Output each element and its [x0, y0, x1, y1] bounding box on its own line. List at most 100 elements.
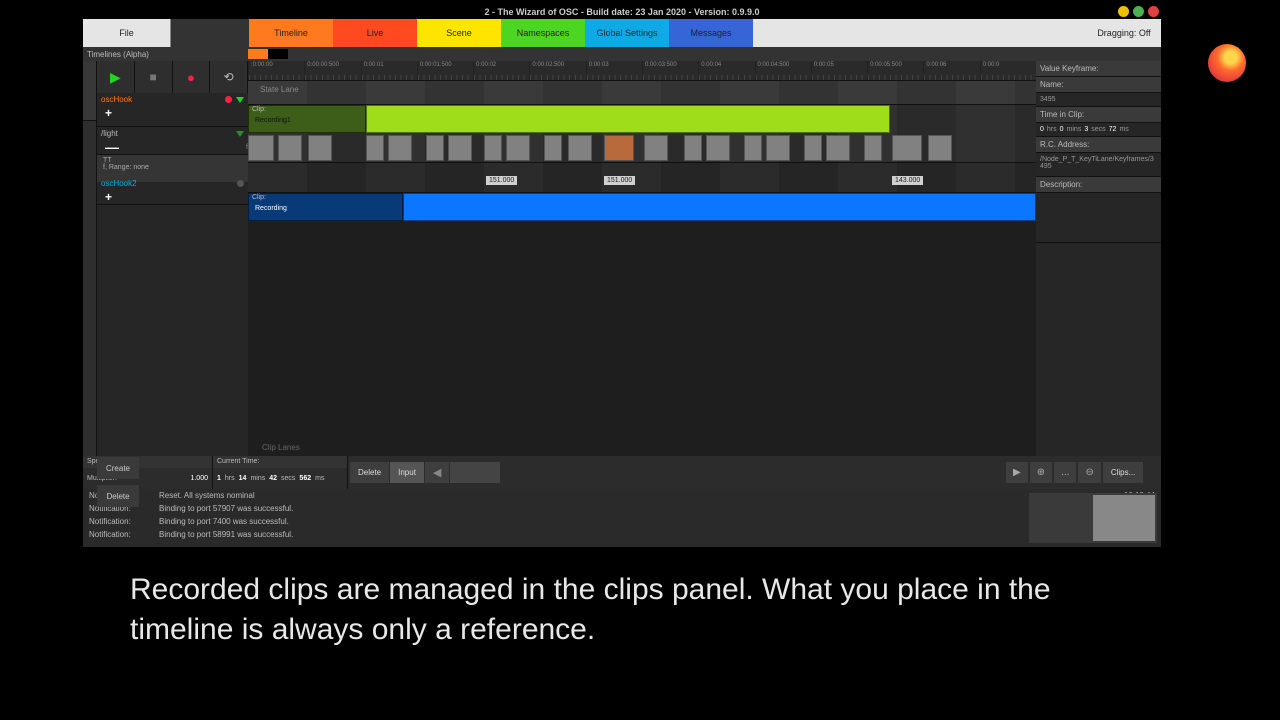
- clip-segment[interactable]: [403, 193, 1036, 221]
- state-lane[interactable]: State Lane: [248, 81, 1036, 105]
- zoom-out-button[interactable]: ⊖: [1078, 462, 1100, 483]
- clip-segment[interactable]: [366, 105, 890, 133]
- waveform-block[interactable]: [278, 135, 302, 161]
- step-back-button[interactable]: ◀: [425, 462, 449, 483]
- close-icon[interactable]: [1148, 6, 1159, 17]
- loop-button[interactable]: ⟲: [210, 61, 248, 93]
- current-time-value[interactable]: 1hrs 14mins 42secs 562ms: [213, 468, 347, 489]
- block-row[interactable]: [248, 133, 1036, 163]
- play-small-button[interactable]: ▶: [1006, 462, 1028, 483]
- input-button[interactable]: Input: [390, 462, 424, 483]
- ruler-tick[interactable]: 0:00:03: [586, 61, 642, 80]
- ruler-tick[interactable]: 0:00:04:500: [755, 61, 811, 80]
- waveform-block[interactable]: [448, 135, 472, 161]
- prop-name-value[interactable]: 3495: [1036, 93, 1161, 107]
- ruler-tick[interactable]: 0:00:02: [473, 61, 529, 80]
- waveform-block[interactable]: [928, 135, 952, 161]
- delete-button[interactable]: Delete: [97, 485, 139, 507]
- waveform-block[interactable]: [744, 135, 762, 161]
- grid-button[interactable]: [450, 462, 500, 483]
- collapse-track-icon[interactable]: —: [105, 143, 125, 151]
- tab-scene[interactable]: Scene: [417, 19, 501, 47]
- waveform-block[interactable]: [706, 135, 730, 161]
- waveform-block[interactable]: [892, 135, 922, 161]
- waveform-block[interactable]: [544, 135, 562, 161]
- stop-button[interactable]: ■: [135, 61, 173, 93]
- value-tag[interactable]: 151.000: [486, 176, 517, 185]
- ruler-tick[interactable]: 0:00:01:500: [417, 61, 473, 80]
- ruler-tick[interactable]: 0:00:04: [698, 61, 754, 80]
- track-light[interactable]: /light —f TT f, Range: none: [97, 127, 248, 177]
- track-title: oscHook2: [101, 179, 137, 188]
- prop-time-value[interactable]: 0hrs 0mins 3secs 72ms: [1036, 123, 1161, 137]
- record-button[interactable]: ●: [173, 61, 211, 93]
- waveform-block[interactable]: [864, 135, 882, 161]
- track-oschook2[interactable]: oscHook2 +: [97, 177, 248, 205]
- tab-namespaces[interactable]: Namespaces: [501, 19, 585, 47]
- ruler-tick[interactable]: 0:00:00:500: [304, 61, 360, 80]
- waveform-block[interactable]: [604, 135, 634, 161]
- tab-timeline[interactable]: Timeline: [249, 19, 333, 47]
- zoom-in-button[interactable]: ⊕: [1030, 462, 1052, 483]
- log-panel[interactable]: Notification:Reset. All systems nominal1…: [83, 489, 1161, 547]
- value-tag[interactable]: 143.000: [892, 176, 923, 185]
- delete-clip-button[interactable]: Delete: [350, 462, 389, 483]
- tab-messages[interactable]: Messages: [669, 19, 753, 47]
- multiplier-value[interactable]: 1.000: [190, 475, 208, 482]
- ruler-tick[interactable]: 0:00:01: [361, 61, 417, 80]
- record-arm-icon[interactable]: [225, 96, 232, 103]
- value-row[interactable]: 151.000 151.000 143.000: [248, 163, 1036, 193]
- waveform-block[interactable]: [568, 135, 592, 161]
- ruler-tick[interactable]: 0:00:02:500: [529, 61, 585, 80]
- play-button[interactable]: ▶: [97, 61, 135, 93]
- maximize-icon[interactable]: [1133, 6, 1144, 17]
- waveform-block[interactable]: [684, 135, 702, 161]
- waveform-block[interactable]: [426, 135, 444, 161]
- clip-row-1[interactable]: Clip: Recording1: [248, 105, 1036, 133]
- create-button[interactable]: Create: [97, 457, 139, 479]
- waveform-block[interactable]: [248, 135, 274, 161]
- add-track-icon[interactable]: +: [105, 190, 118, 204]
- waveform-block[interactable]: [506, 135, 530, 161]
- waveform-block[interactable]: [388, 135, 412, 161]
- clip-row-2[interactable]: Clip: Recording: [248, 193, 1036, 221]
- tab-live[interactable]: Live: [333, 19, 417, 47]
- timeline-panel[interactable]: :0:00:000:00:00:5000:00:010:00:01:5000:0…: [248, 61, 1036, 456]
- properties-panel: Value Keyframe: Name: 3495 Time in Clip:…: [1036, 61, 1161, 456]
- value-tag[interactable]: 151.000: [604, 176, 635, 185]
- minimize-icon[interactable]: [1118, 6, 1129, 17]
- ruler-tick[interactable]: 0:00:05: [811, 61, 867, 80]
- waveform-block[interactable]: [826, 135, 850, 161]
- record-arm-icon[interactable]: [237, 180, 244, 187]
- waveform-block[interactable]: [766, 135, 790, 161]
- waveform-block[interactable]: [644, 135, 668, 161]
- zoom-mid-button[interactable]: ...: [1054, 462, 1076, 483]
- ruler-tick[interactable]: :0:00:00: [248, 61, 304, 80]
- log-cell: Binding to port 7400 was successful.: [159, 517, 1075, 526]
- ruler-tick[interactable]: 0:00:06: [923, 61, 979, 80]
- waveform-block[interactable]: [366, 135, 384, 161]
- clip-segment[interactable]: Recording: [248, 193, 403, 221]
- prop-rc-value[interactable]: /Node_P_T_KeyTiLane/Keyframes/3495: [1036, 153, 1161, 177]
- dragging-status[interactable]: Dragging: Off: [1087, 19, 1161, 47]
- ruler-tick[interactable]: 0:00:0: [980, 61, 1036, 80]
- add-track-icon[interactable]: +: [105, 106, 118, 120]
- ruler-tick[interactable]: 0:00:03:500: [642, 61, 698, 80]
- menu-file[interactable]: File: [83, 19, 171, 47]
- gutter-handle[interactable]: [83, 61, 96, 121]
- expand-icon[interactable]: [236, 131, 244, 137]
- log-preview[interactable]: [1029, 493, 1157, 543]
- waveform-block[interactable]: [804, 135, 822, 161]
- timeline-empty[interactable]: Clip Lanes: [248, 221, 1036, 456]
- clips-panel-button[interactable]: Clips...: [1103, 462, 1143, 483]
- waveform-block[interactable]: [308, 135, 332, 161]
- current-time-section: Current Time: 1hrs 14mins 42secs 562ms: [213, 456, 348, 489]
- prop-desc-value[interactable]: [1036, 193, 1161, 243]
- ruler-tick[interactable]: 0:00:05:500: [867, 61, 923, 80]
- waveform-block[interactable]: [484, 135, 502, 161]
- track-oschook[interactable]: oscHook +: [97, 93, 248, 127]
- expand-icon[interactable]: [236, 97, 244, 103]
- clip-label: Clip:: [252, 194, 266, 201]
- tab-global-settings[interactable]: Global Settings: [585, 19, 669, 47]
- time-ruler[interactable]: :0:00:000:00:00:5000:00:010:00:01:5000:0…: [248, 61, 1036, 81]
